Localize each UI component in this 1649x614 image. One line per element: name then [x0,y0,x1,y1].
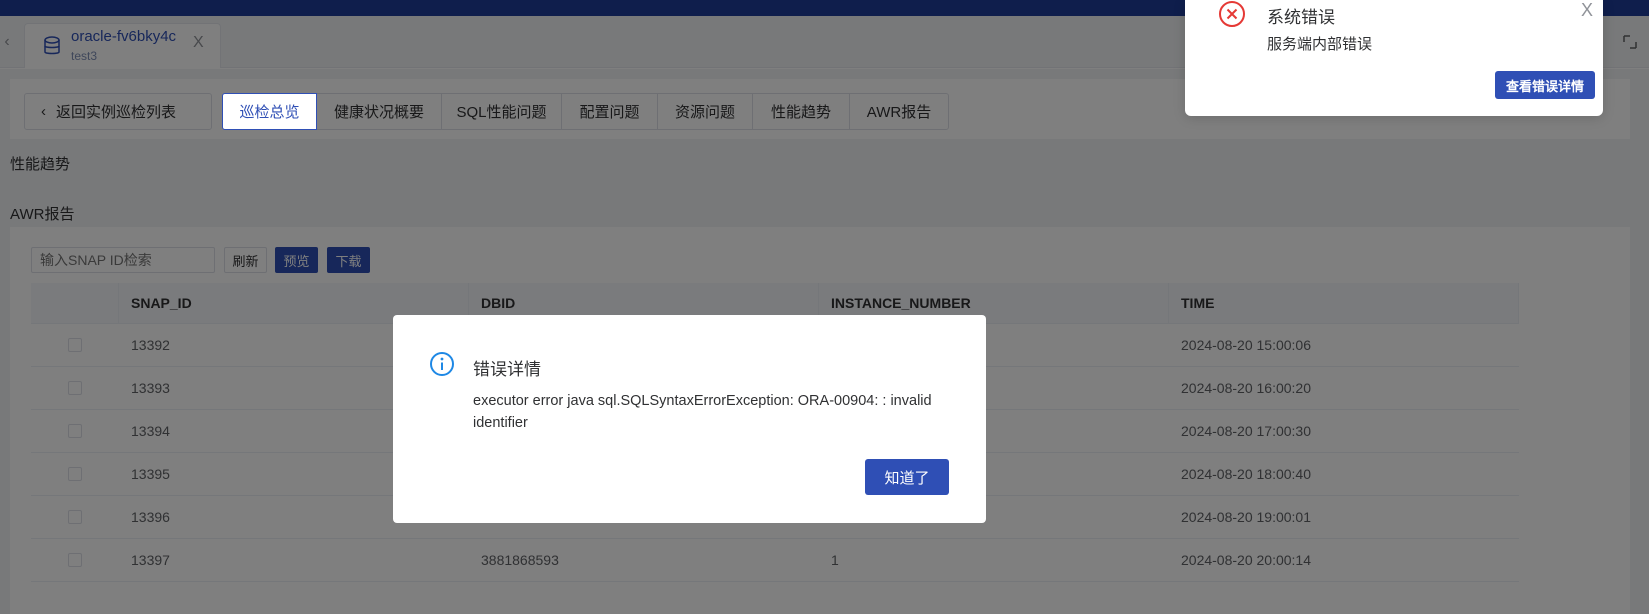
dialog-title: 错误详情 [473,360,541,379]
error-circle-icon [1219,1,1245,27]
error-details-dialog: 错误详情 executor error java sql.SQLSyntaxEr… [393,315,986,523]
dialog-message: executor error java sql.SQLSyntaxErrorEx… [473,393,932,431]
error-notification: 系统错误 服务端内部错误 X 查看错误详情 [1185,0,1603,116]
notification-message: 服务端内部错误 [1267,36,1373,53]
tab-overview[interactable]: 巡检总览 [222,93,317,130]
info-circle-icon [430,352,454,376]
notification-title: 系统错误 [1267,8,1335,27]
notification-close-icon[interactable]: X [1581,0,1593,21]
view-error-details-button[interactable]: 查看错误详情 [1495,71,1595,99]
acknowledge-button[interactable]: 知道了 [865,459,949,495]
